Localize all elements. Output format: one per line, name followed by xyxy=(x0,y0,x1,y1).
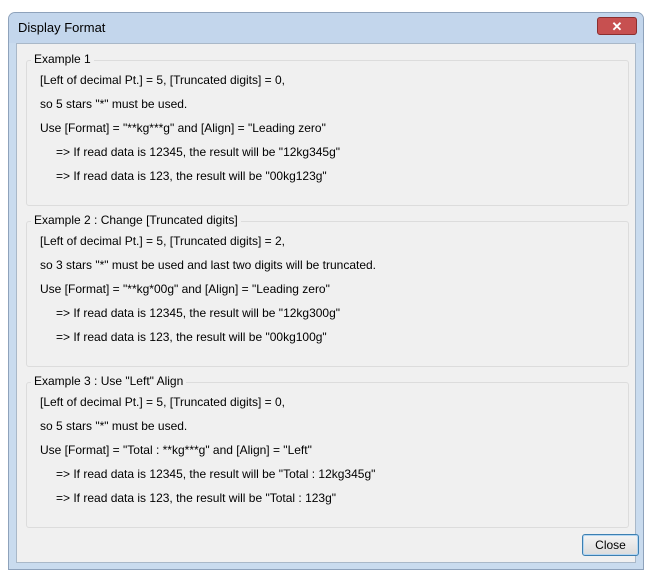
example-3-line-1: [Left of decimal Pt.] = 5, [Truncated di… xyxy=(40,395,286,409)
example-3-line-4: => If read data is 12345, the result wil… xyxy=(56,467,376,481)
example-1-line-3: Use [Format] = "**kg***g" and [Align] = … xyxy=(40,121,326,135)
example-2-title: Example 2 : Change [Truncated digits] xyxy=(31,213,241,227)
close-button[interactable]: Close xyxy=(582,534,639,556)
dialog-content: Example 1 [Left of decimal Pt.] = 5, [Tr… xyxy=(16,43,639,563)
example-2-line-1: [Left of decimal Pt.] = 5, [Truncated di… xyxy=(40,234,286,248)
example-3-title: Example 3 : Use "Left" Align xyxy=(31,374,187,388)
close-icon[interactable]: ✕ xyxy=(597,17,637,35)
title-bar[interactable]: Display Format ✕ xyxy=(9,13,643,43)
display-format-dialog: Display Format ✕ Example 1 [Left of deci… xyxy=(8,12,644,570)
example-2-line-4: => If read data is 12345, the result wil… xyxy=(56,306,341,320)
example-1-group: Example 1 [Left of decimal Pt.] = 5, [Tr… xyxy=(26,52,629,206)
example-3-group: Example 3 : Use "Left" Align [Left of de… xyxy=(26,374,629,528)
example-3-line-3: Use [Format] = "Total : **kg***g" and [A… xyxy=(40,443,312,457)
dialog-title: Display Format xyxy=(18,20,106,35)
example-1-line-4: => If read data is 12345, the result wil… xyxy=(56,145,341,159)
example-3-line-2: so 5 stars "*" must be used. xyxy=(40,419,188,433)
example-2-line-3: Use [Format] = "**kg*00g" and [Align] = … xyxy=(40,282,330,296)
example-1-line-1: [Left of decimal Pt.] = 5, [Truncated di… xyxy=(40,73,286,87)
example-1-line-5: => If read data is 123, the result will … xyxy=(56,169,327,183)
example-1-line-2: so 5 stars "*" must be used. xyxy=(40,97,188,111)
example-2-line-5: => If read data is 123, the result will … xyxy=(56,330,327,344)
example-2-group: Example 2 : Change [Truncated digits] [L… xyxy=(26,213,629,367)
example-1-title: Example 1 xyxy=(31,52,94,66)
example-3-line-5: => If read data is 123, the result will … xyxy=(56,491,337,505)
example-2-line-2: so 3 stars "*" must be used and last two… xyxy=(40,258,377,272)
